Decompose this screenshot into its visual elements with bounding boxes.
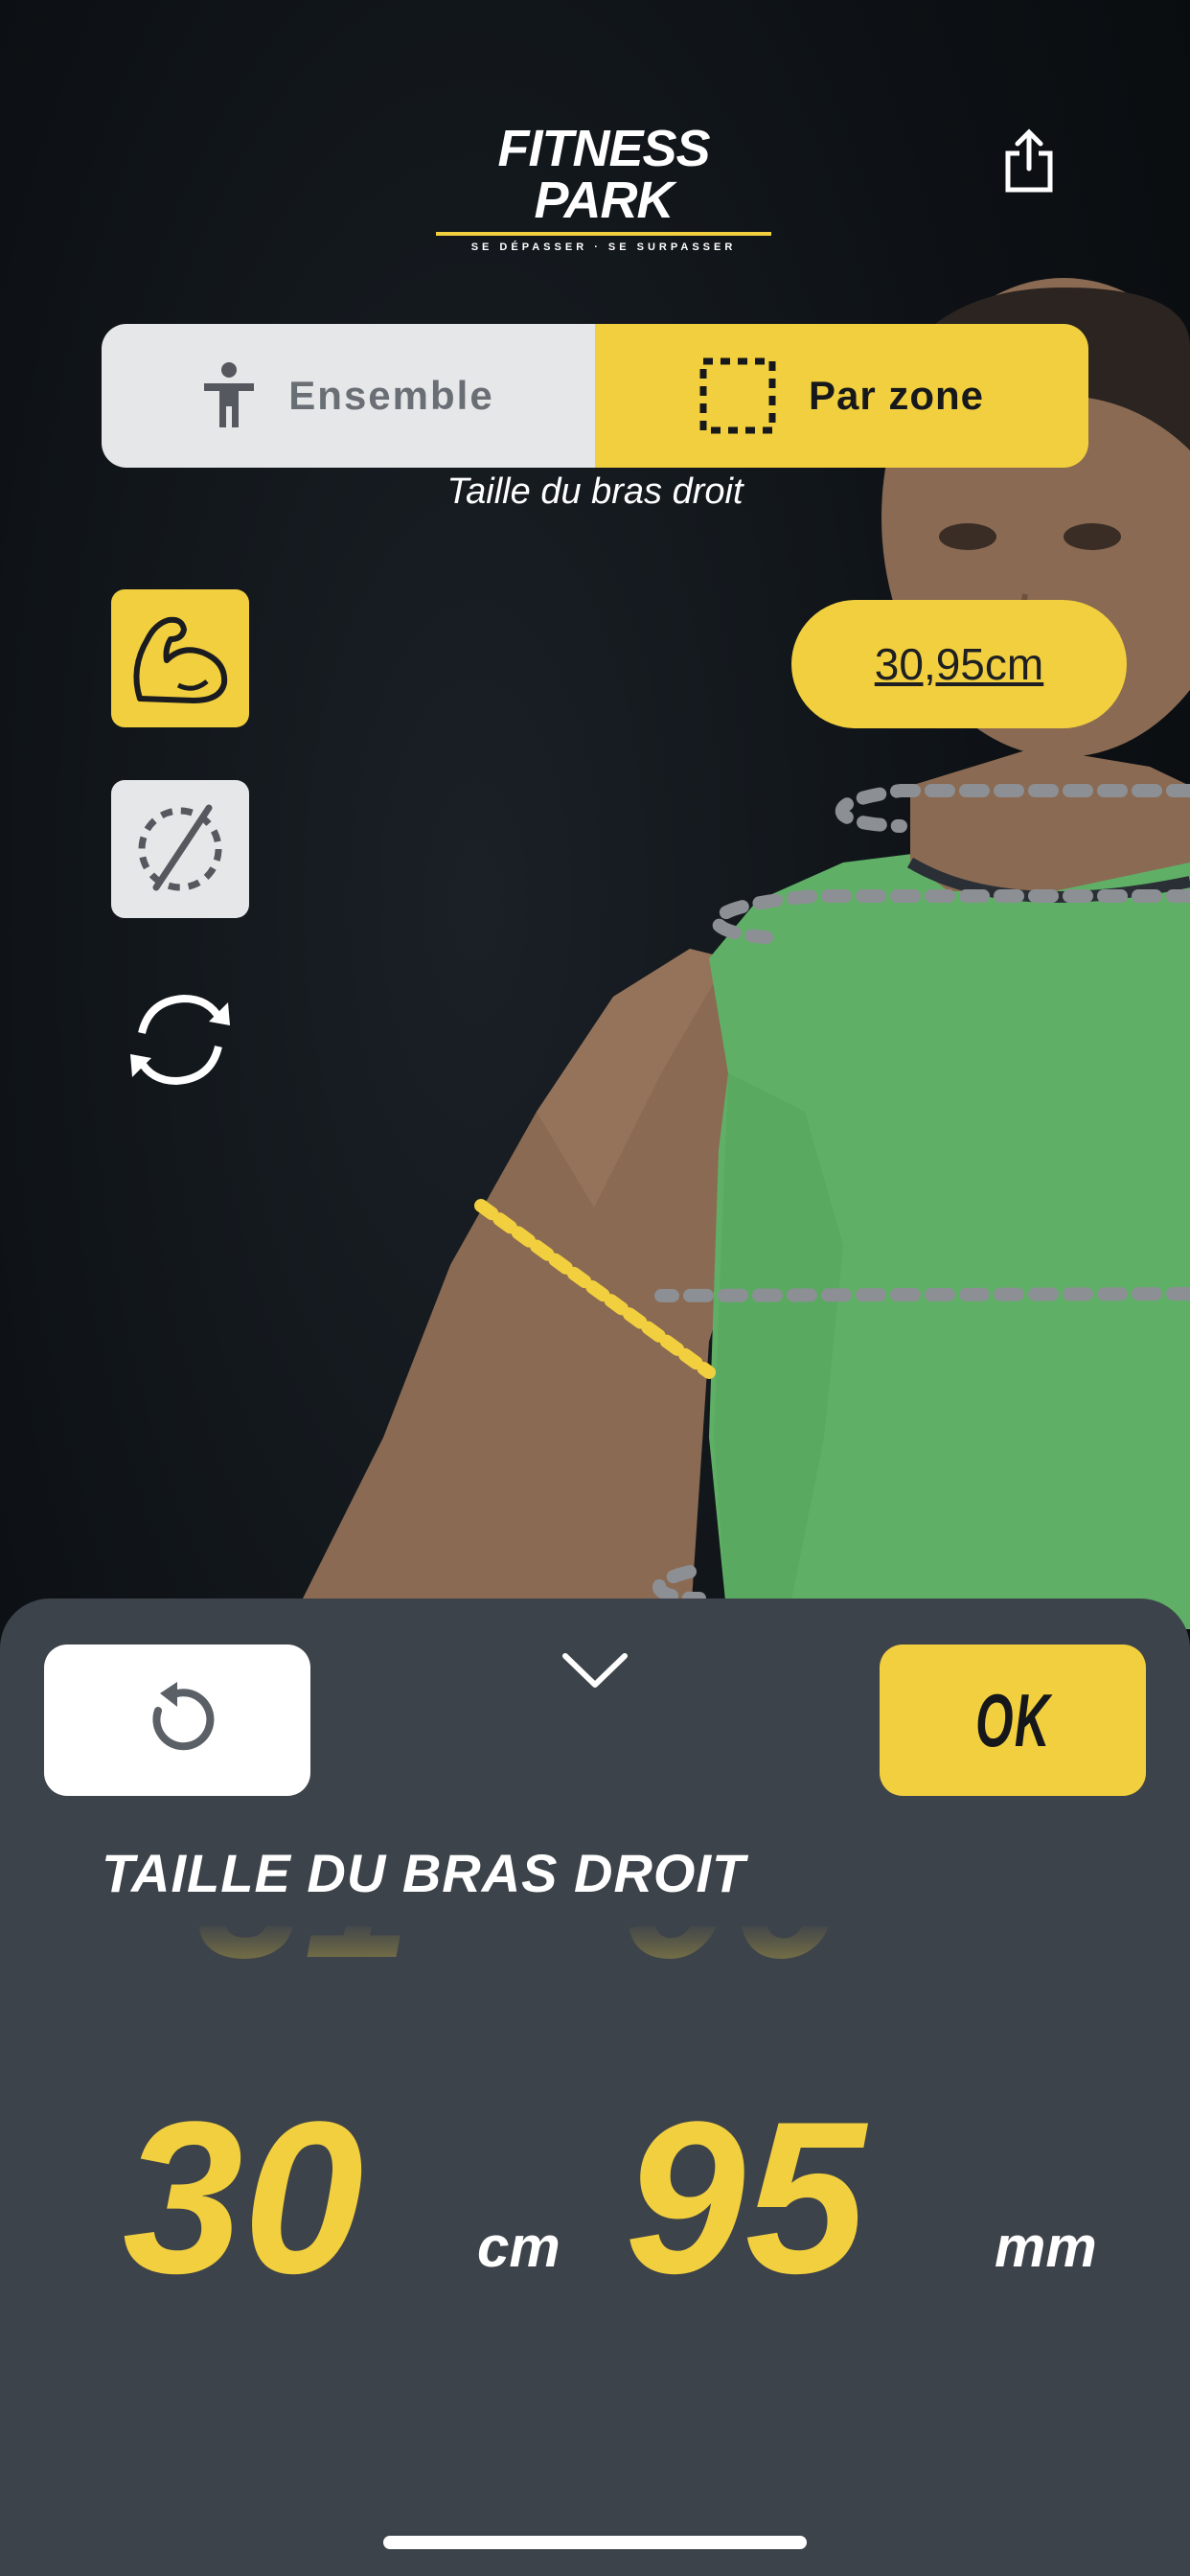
measurement-badge-value: 30,95cm — [874, 639, 1044, 689]
brand-tagline: SE DÉPASSER · SE SURPASSER — [470, 242, 737, 253]
tab-par-zone-label: Par zone — [808, 373, 985, 418]
picker-cm-unit: cm — [477, 2215, 561, 2279]
reset-button[interactable] — [44, 1644, 310, 1796]
measure-circle-icon — [138, 804, 222, 891]
zone-subtitle: Taille du bras droit — [446, 472, 744, 512]
rotate-button[interactable] — [121, 987, 240, 1092]
share-icon — [1005, 128, 1053, 193]
ok-button[interactable]: OK — [880, 1644, 1146, 1796]
picker-mm-unit: mm — [995, 2215, 1097, 2279]
collapse-button[interactable] — [560, 1646, 630, 1694]
panel-title: TAILLE DU BRAS DROIT — [102, 1843, 746, 1903]
picker-cm-value[interactable]: 30 — [123, 2089, 363, 2306]
picker-mm-value[interactable]: 95 — [625, 2089, 865, 2306]
view-mode-toggle: Ensemble Par zone — [102, 324, 1088, 468]
tab-par-zone[interactable]: Par zone — [595, 324, 1088, 468]
brand-underline — [436, 232, 771, 236]
home-indicator[interactable] — [383, 2536, 807, 2549]
ok-button-label: OK — [974, 1677, 1051, 1762]
brand-logo: FITNESS PARK SE DÉPASSER · SE SURPASSER — [422, 123, 786, 253]
arm-zone-button[interactable] — [111, 589, 249, 727]
rotate-icon — [130, 994, 230, 1086]
brand-name: FITNESS PARK — [497, 120, 710, 229]
person-icon — [204, 362, 255, 427]
tab-ensemble[interactable]: Ensemble — [102, 324, 595, 468]
share-button[interactable] — [1002, 126, 1056, 194]
chevron-down-icon — [562, 1653, 628, 1688]
dashed-square-icon — [699, 357, 776, 434]
reset-icon — [152, 1682, 215, 1751]
measure-toggle-button[interactable] — [111, 780, 249, 918]
picker-fade — [0, 1921, 1190, 2008]
tab-ensemble-label: Ensemble — [288, 373, 494, 418]
measurement-badge[interactable]: 30,95cm — [791, 600, 1127, 728]
flexed-arm-icon — [133, 616, 228, 703]
